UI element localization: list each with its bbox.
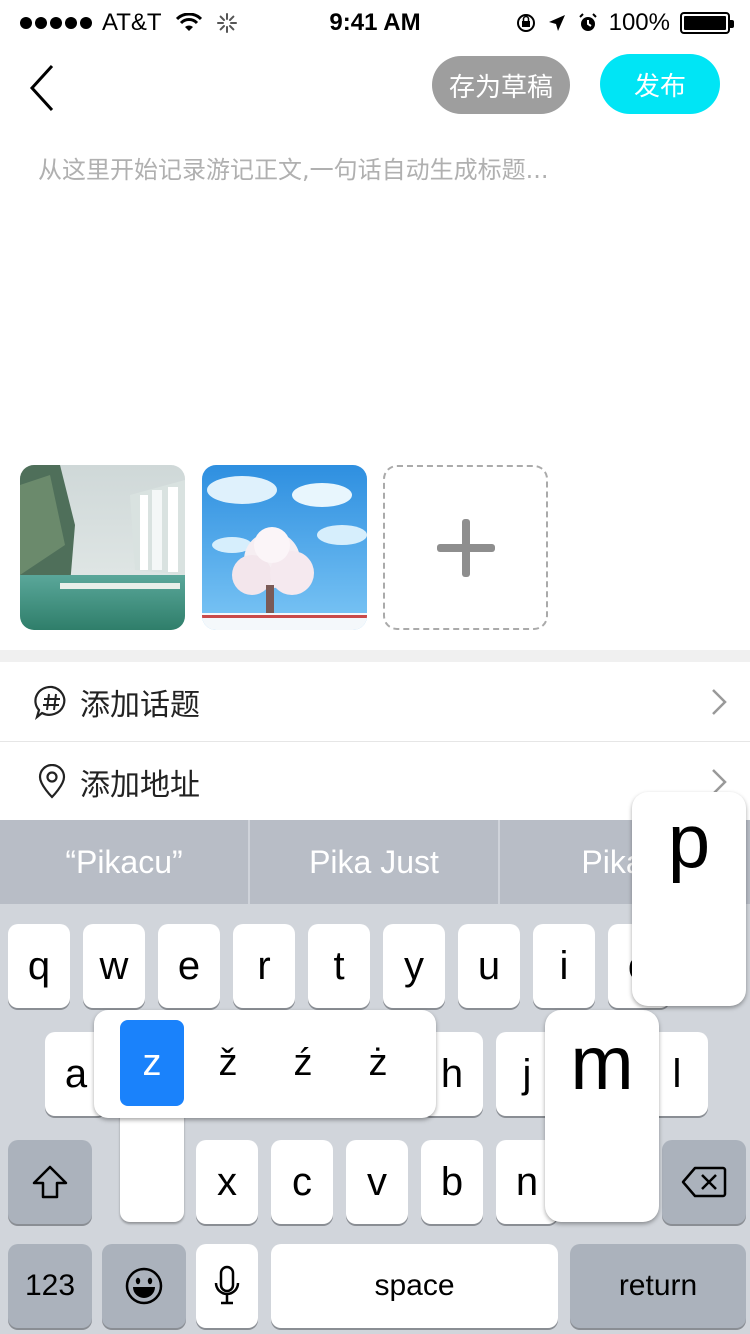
chevron-right-icon [712,688,727,715]
add-address-label: 添加地址 [80,768,200,803]
accent-option-z-dot[interactable]: ż [346,1020,410,1106]
prediction-1[interactable]: “Pikacu” [0,820,250,904]
key-m-magnified[interactable]: m [545,1010,659,1222]
section-divider [0,650,750,662]
hashtag-chat-icon [34,685,66,720]
backspace-icon [681,1166,727,1198]
delete-key[interactable] [662,1140,746,1224]
key-i[interactable]: i [533,924,595,1008]
publish-button[interactable]: 发布 [600,54,720,114]
add-photo-button[interactable] [383,465,548,630]
accent-option-z[interactable]: z [120,1020,184,1106]
key-y[interactable]: y [383,924,445,1008]
location-pin-icon [38,764,66,799]
accent-option-z-acute[interactable]: ź [271,1020,335,1106]
key-w[interactable]: w [83,924,145,1008]
add-topic-label: 添加话题 [80,687,200,723]
emoji-key[interactable] [102,1244,186,1328]
photo-thumbnail-snow-tree[interactable] [202,465,367,630]
key-x[interactable]: x [196,1140,258,1224]
add-topic-row[interactable]: 添加话题 [0,662,750,742]
chevron-left-icon [29,64,54,112]
shift-arrow-icon [32,1165,68,1199]
key-q[interactable]: q [8,924,70,1008]
dictation-key[interactable] [196,1244,258,1328]
plus-icon [436,518,495,577]
key-e[interactable]: e [158,924,220,1008]
shift-key[interactable] [8,1140,92,1224]
prediction-2[interactable]: Pika Just [250,820,500,904]
battery-percent: 100% [608,9,670,36]
accent-option-z-caron[interactable]: ž [196,1020,260,1106]
key-b[interactable]: b [421,1140,483,1224]
status-right: 100% [515,9,734,37]
return-key[interactable]: return [570,1244,746,1328]
key-r[interactable]: r [233,924,295,1008]
key-c[interactable]: c [271,1140,333,1224]
accent-popup-stem [120,1112,184,1222]
alarm-icon [578,13,597,31]
rotation-lock-icon [516,14,535,32]
space-key[interactable]: space [271,1244,558,1328]
back-button[interactable] [20,62,70,122]
key-u[interactable]: u [458,924,520,1008]
save-draft-button[interactable]: 存为草稿 [432,56,570,114]
location-arrow-icon [548,15,565,31]
status-bar: AT&T 9:41 AM 100% [0,0,750,44]
photo-thumbnail-waterfall[interactable] [20,465,185,630]
emoji-smiley-icon [125,1267,163,1305]
numbers-key[interactable]: 123 [8,1244,92,1328]
key-t[interactable]: t [308,924,370,1008]
travel-note-body-input[interactable] [38,150,718,440]
key-p-magnified[interactable]: p [632,792,746,1006]
battery-icon [680,12,734,34]
keyboard: “Pikacu” Pika Just Pika J q w e r t y u … [0,792,750,1334]
key-v[interactable]: v [346,1140,408,1224]
microphone-icon [214,1265,240,1305]
